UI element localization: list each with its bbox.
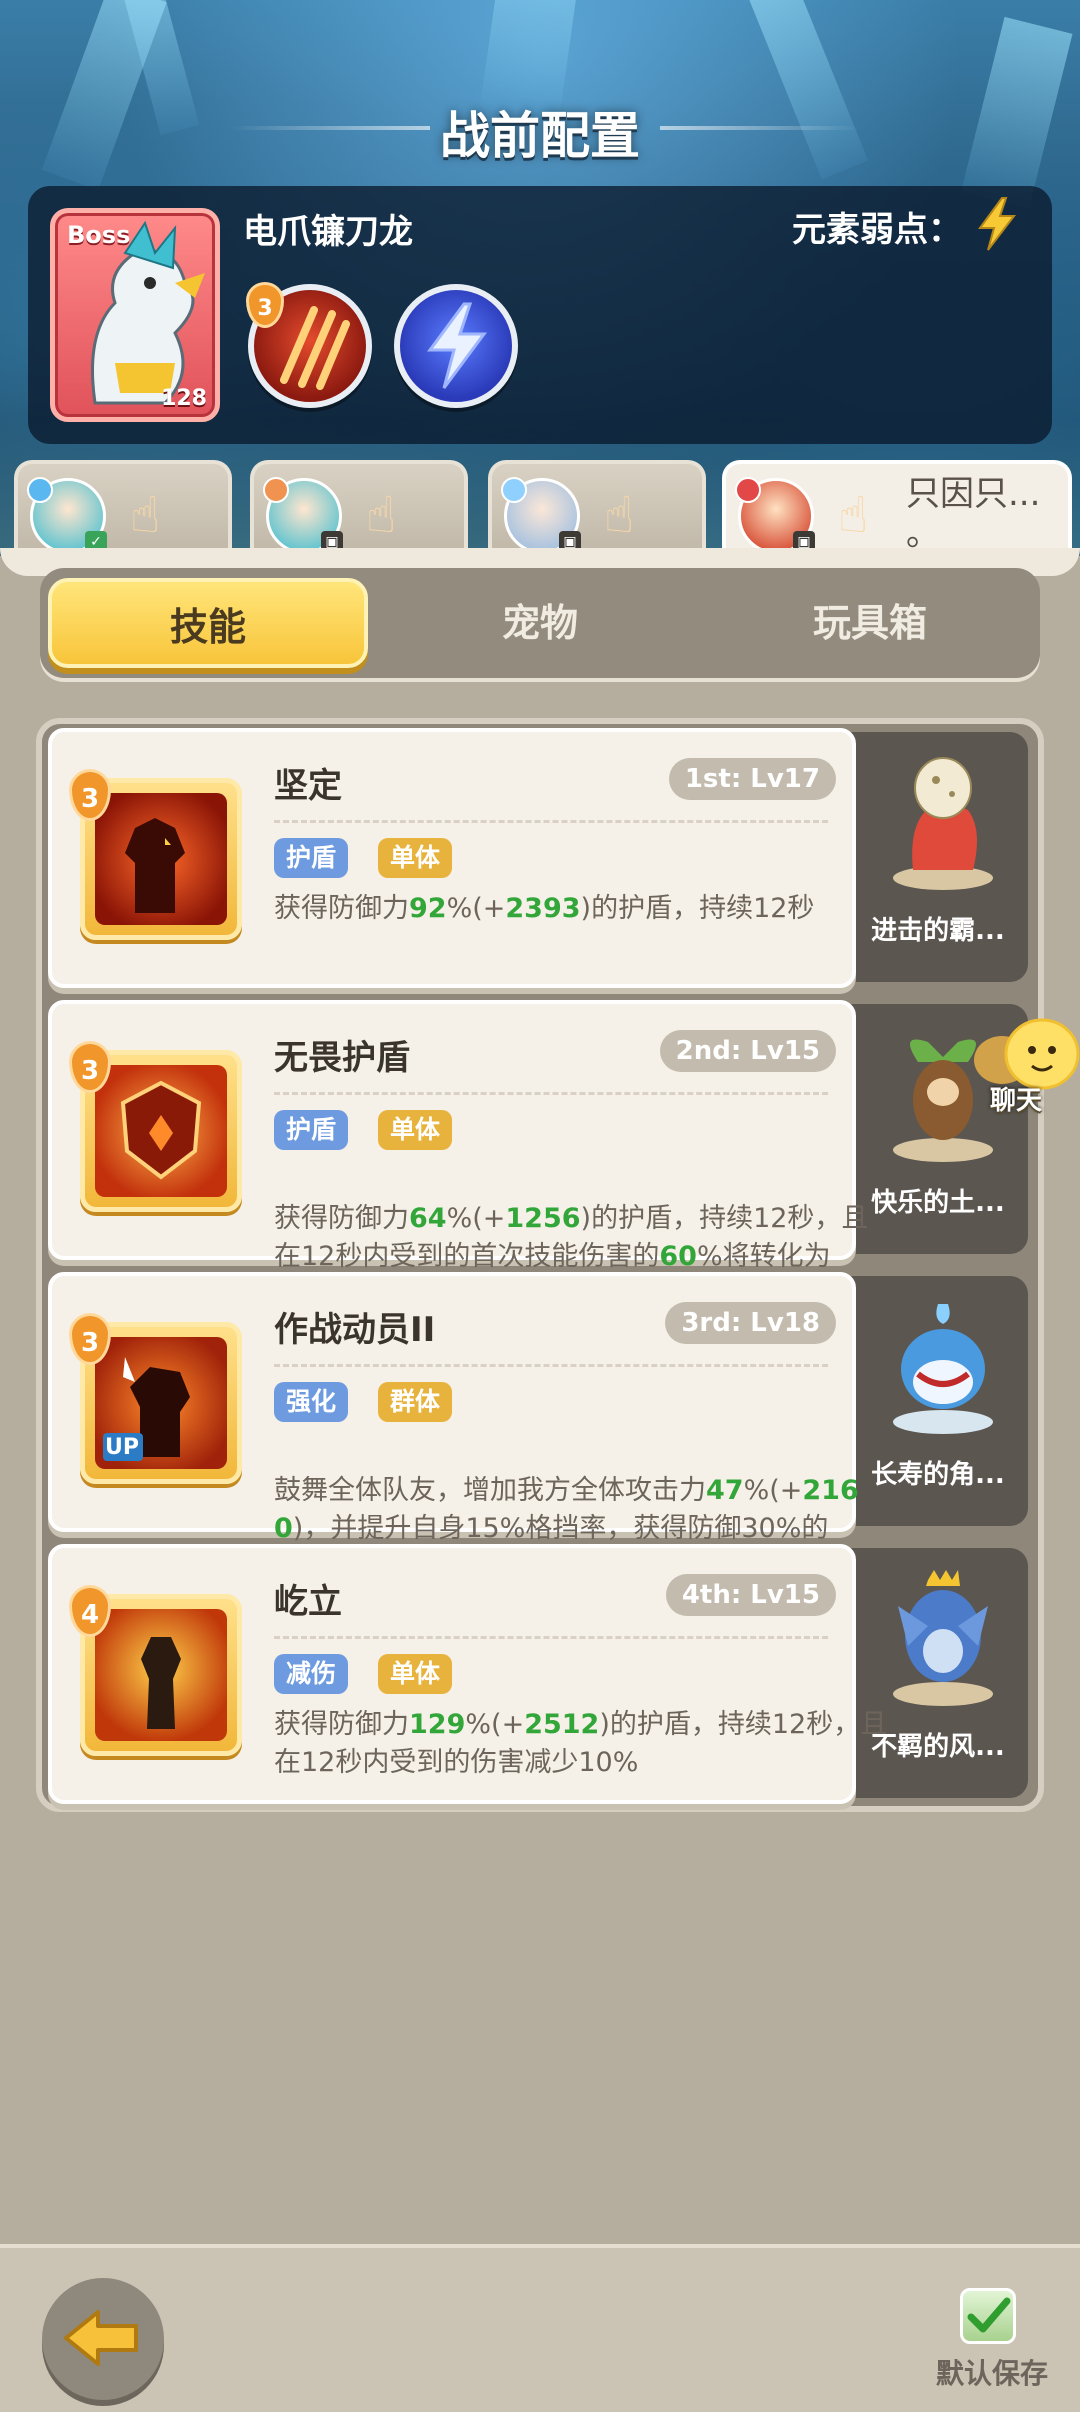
hero-avatar: ▣: [501, 477, 581, 554]
shield-icon: [120, 1080, 202, 1180]
stand-firm-icon: [141, 1637, 181, 1729]
element-icon: [735, 477, 761, 503]
lightning-orb-icon: [427, 302, 487, 389]
skill-icon-frame: 3: [69, 769, 242, 940]
skill-tag: 群体: [378, 1382, 453, 1422]
skill-tag: 单体: [378, 1110, 453, 1150]
lightning-icon: [978, 197, 1017, 251]
element-icon: [263, 477, 289, 503]
boss-level: 128: [161, 386, 207, 411]
skill-art: [95, 1609, 227, 1741]
element-icon: [501, 477, 527, 503]
desc-value: 2512: [524, 1709, 600, 1740]
skill-icon-frame: UP 3: [69, 1313, 242, 1484]
skill-card[interactable]: UP 3 作战动员II 3rd: Lv18 强化 群体 鼓舞全体队友，增加我方全…: [48, 1272, 859, 1582]
hand-pointer-icon: ☝: [130, 486, 161, 544]
skill-tag: 减伤: [274, 1654, 349, 1694]
skill-title: 屹立: [274, 1582, 342, 1622]
skill-description: 获得防御力92%(+2393)的护盾，持续12秒: [274, 890, 894, 928]
tab-skills[interactable]: 技能: [48, 578, 368, 668]
checkmark-icon: [967, 2297, 1011, 2333]
desc-value: 60: [659, 1241, 697, 1272]
default-save-checkbox[interactable]: [960, 2288, 1016, 2344]
desc-value: 2393: [505, 893, 581, 924]
skill-title: 作战动员II: [274, 1310, 436, 1350]
firm-stance-icon: [125, 818, 185, 913]
skill-icon-frame: 4: [69, 1585, 242, 1756]
boss-portrait[interactable]: Boss 128: [50, 208, 220, 422]
skill-slot-badge: 4th: Lv15: [665, 1574, 836, 1616]
skill-tag: 护盾: [274, 1110, 349, 1150]
weakness-label: 元素弱点：: [792, 210, 962, 250]
skill-icon-frame: 3: [69, 1041, 242, 1212]
pet-dragon-icon: [893, 1570, 993, 1706]
skill-title: 无畏护盾: [274, 1038, 410, 1078]
skill-tag: 单体: [378, 1654, 453, 1694]
element-icon: [27, 477, 53, 503]
hero-avatar: ▣: [735, 477, 815, 554]
hand-pointer-icon: ☝: [838, 486, 869, 544]
pet-dino-icon: [893, 757, 993, 890]
boss-name: 电爪镰刀龙: [243, 212, 413, 252]
desc-text: 获得防御力: [274, 1203, 409, 1234]
bottom-bar: 默认保存: [0, 2244, 1080, 2412]
desc-text: 获得防御力: [274, 1709, 409, 1740]
hero-name: 只因只... 。: [906, 474, 1041, 554]
divider: [274, 1364, 828, 1367]
segment-control: 技能 宠物 玩具箱: [40, 568, 1040, 678]
divider: [274, 820, 828, 823]
hero-tab[interactable]: ▣ ☝: [488, 460, 706, 560]
chat-label[interactable]: 聊天: [990, 1080, 1042, 1117]
skill-tag: 单体: [378, 838, 453, 878]
hero-avatar: ▣: [263, 477, 343, 554]
hero-avatar: ✓: [27, 477, 107, 554]
desc-text: %(+: [743, 1475, 803, 1506]
skill-art: [95, 1065, 227, 1197]
desc-text: %(+: [465, 1709, 525, 1740]
hand-pointer-icon: ☝: [604, 486, 635, 544]
desc-value: 1256: [505, 1203, 581, 1234]
skill-tag: 强化: [274, 1382, 349, 1422]
desc-text: %(+: [446, 893, 506, 924]
skill-card[interactable]: 3 坚定 1st: Lv17 护盾 单体 获得防御力92%(+2393)的护盾，…: [48, 728, 856, 988]
skill-card[interactable]: 4 屹立 4th: Lv15 减伤 单体 获得防御力129%(+2512)的护盾…: [48, 1544, 887, 1804]
skill-slot-badge: 2nd: Lv15: [659, 1030, 836, 1072]
skill-art: [95, 793, 227, 925]
desc-value: 47: [706, 1475, 744, 1506]
skill-art: UP: [95, 1337, 227, 1469]
tab-pets[interactable]: 宠物: [380, 578, 700, 668]
back-arrow-icon: [64, 2310, 138, 2366]
divider: [274, 1636, 828, 1639]
header-scene: 战前配置 Boss 128 电爪镰刀龙 元素弱点： 3 ✓ ☝ ▣ ☝ ▣ ☝ …: [0, 0, 1080, 560]
desc-text: )的护盾，持续12秒: [580, 893, 815, 924]
skill-title: 坚定: [274, 766, 342, 806]
desc-text: 鼓舞全体队友，增加我方全体攻击力: [274, 1475, 706, 1506]
hand-pointer-icon: ☝: [366, 486, 397, 544]
desc-value: 129: [409, 1709, 466, 1740]
divider: [274, 1092, 828, 1095]
skill-card[interactable]: 3 无畏护盾 2nd: Lv15 护盾 单体 获得防御力64%(+1256)的护…: [48, 1000, 868, 1310]
skill-slot-badge: 3rd: Lv18: [665, 1302, 836, 1344]
skill-description: 获得防御力129%(+2512)的护盾，持续12秒，且在12秒内受到的伤害减少1…: [274, 1706, 894, 1782]
up-icon: UP: [105, 1435, 139, 1460]
desc-value: 92: [409, 893, 447, 924]
default-save-label[interactable]: 默认保存: [936, 2352, 1048, 2392]
skill-slot-badge: 1st: Lv17: [668, 758, 836, 800]
desc-value: 64: [409, 1203, 447, 1234]
boss-skill-claw[interactable]: 3: [246, 282, 372, 408]
boss-panel: Boss 128 电爪镰刀龙 元素弱点： 3: [28, 186, 1052, 444]
back-button[interactable]: [42, 2278, 164, 2400]
desc-text: 获得防御力: [274, 893, 409, 924]
hero-tab[interactable]: ▣ ☝: [250, 460, 468, 560]
boss-skill-lightning[interactable]: [394, 284, 518, 408]
hero-tab-active[interactable]: ▣ ☝ 只因只... 。: [722, 460, 1072, 560]
page-title: 战前配置: [440, 107, 640, 165]
tab-toybox[interactable]: 玩具箱: [710, 578, 1030, 668]
hero-tab[interactable]: ✓ ☝: [14, 460, 232, 560]
desc-text: %(+: [446, 1203, 506, 1234]
pet-whale-icon: [893, 1304, 993, 1434]
skill-tag: 护盾: [274, 838, 349, 878]
pet-slot[interactable]: 进击的霸...: [848, 732, 1028, 982]
boss-tag: Boss: [67, 221, 131, 249]
